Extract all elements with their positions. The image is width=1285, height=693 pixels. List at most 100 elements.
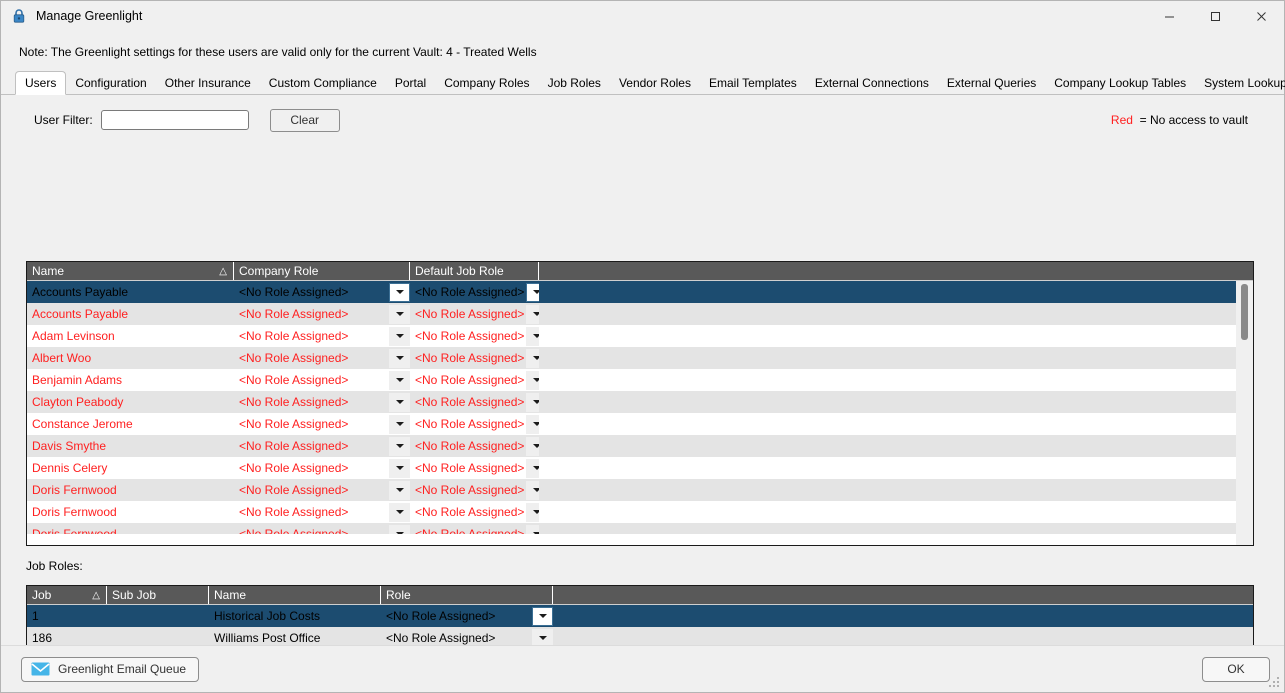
- users-table-row[interactable]: Constance Jerome <No Role Assigned> <No Ro…: [27, 413, 1253, 435]
- job-roles-grid[interactable]: Job △ Sub Job Name Role 1 Historical Job Cost…: [26, 585, 1254, 645]
- close-button[interactable]: [1238, 1, 1284, 32]
- tab-email-templates[interactable]: Email Templates: [700, 72, 806, 95]
- default-job-role-cell[interactable]: <No Role Assigned>: [410, 479, 539, 501]
- company-role-dropdown-button[interactable]: [389, 436, 410, 456]
- job-roles-grid-body[interactable]: 1 Historical Job Costs <No Role Assigned> 1…: [27, 605, 1253, 645]
- users-table-row[interactable]: Albert Woo <No Role Assigned> <No Role Ass…: [27, 347, 1253, 369]
- company-role-dropdown-button[interactable]: [389, 326, 410, 346]
- company-role-cell[interactable]: <No Role Assigned>: [234, 347, 410, 369]
- users-table-row[interactable]: Doris Fernwood <No Role Assigned> <No Role…: [27, 523, 1253, 534]
- default-job-role-cell[interactable]: <No Role Assigned>: [410, 303, 539, 325]
- clear-filter-button[interactable]: Clear: [269, 108, 340, 132]
- default-job-role-dropdown-button[interactable]: [526, 282, 539, 302]
- tab-configuration[interactable]: Configuration: [66, 72, 155, 95]
- users-table-row[interactable]: Accounts Payable <No Role Assigned> <No Ro…: [27, 303, 1253, 325]
- default-job-role-dropdown-button[interactable]: [526, 392, 539, 412]
- jobs-col-header-blank[interactable]: [553, 586, 1237, 604]
- users-grid-body[interactable]: Accounts Payable <No Role Assigned> <No Ro…: [27, 281, 1253, 534]
- jobs-col-header-sub-job[interactable]: Sub Job: [107, 586, 209, 604]
- default-job-role-cell[interactable]: <No Role Assigned>: [410, 413, 539, 435]
- users-table-row[interactable]: Davis Smythe <No Role Assigned> <No Role A…: [27, 435, 1253, 457]
- company-role-dropdown-button[interactable]: [389, 458, 410, 478]
- tab-users[interactable]: Users: [15, 71, 67, 95]
- users-grid[interactable]: Name △ Company Role Default Job Role Accoun…: [26, 261, 1254, 546]
- company-role-cell[interactable]: <No Role Assigned>: [234, 303, 410, 325]
- jobs-col-header-role[interactable]: Role: [381, 586, 553, 604]
- users-table-row[interactable]: Accounts Payable <No Role Assigned> <No Ro…: [27, 281, 1253, 303]
- default-job-role-cell[interactable]: <No Role Assigned>: [410, 435, 539, 457]
- users-col-header-company-role[interactable]: Company Role: [234, 262, 410, 280]
- job-roles-table-row[interactable]: 1 Historical Job Costs <No Role Assigned>: [27, 605, 1253, 627]
- tab-custom-compliance[interactable]: Custom Compliance: [260, 72, 386, 95]
- company-role-cell[interactable]: <No Role Assigned>: [234, 281, 410, 303]
- user-filter-input[interactable]: [100, 110, 249, 130]
- company-role-cell[interactable]: <No Role Assigned>: [234, 391, 410, 413]
- tab-company-roles[interactable]: Company Roles: [435, 72, 538, 95]
- company-role-dropdown-button[interactable]: [389, 524, 410, 534]
- resize-grip[interactable]: [1269, 677, 1281, 689]
- minimize-button[interactable]: [1146, 1, 1192, 32]
- company-role-cell[interactable]: <No Role Assigned>: [234, 325, 410, 347]
- default-job-role-cell[interactable]: <No Role Assigned>: [410, 523, 539, 534]
- company-role-dropdown-button[interactable]: [389, 282, 410, 302]
- default-job-role-dropdown-button[interactable]: [526, 304, 539, 324]
- company-role-dropdown-button[interactable]: [389, 414, 410, 434]
- tab-job-roles[interactable]: Job Roles: [539, 72, 610, 95]
- job-role-cell[interactable]: <No Role Assigned>: [381, 605, 553, 627]
- job-role-dropdown-button[interactable]: [532, 628, 553, 645]
- job-roles-table-row[interactable]: 186 Williams Post Office <No Role Assigned…: [27, 627, 1253, 645]
- company-role-dropdown-button[interactable]: [389, 370, 410, 390]
- users-table-row[interactable]: Doris Fernwood <No Role Assigned> <No Role…: [27, 479, 1253, 501]
- tab-company-lookup-tables[interactable]: Company Lookup Tables: [1045, 72, 1195, 95]
- default-job-role-cell[interactable]: <No Role Assigned>: [410, 369, 539, 391]
- default-job-role-cell[interactable]: <No Role Assigned>: [410, 457, 539, 479]
- maximize-button[interactable]: [1192, 1, 1238, 32]
- default-job-role-dropdown-button[interactable]: [526, 480, 539, 500]
- company-role-cell[interactable]: <No Role Assigned>: [234, 457, 410, 479]
- company-role-cell[interactable]: <No Role Assigned>: [234, 435, 410, 457]
- default-job-role-dropdown-button[interactable]: [526, 370, 539, 390]
- company-role-dropdown-button[interactable]: [389, 480, 410, 500]
- default-job-role-cell[interactable]: <No Role Assigned>: [410, 347, 539, 369]
- users-col-header-blank[interactable]: [539, 262, 1237, 280]
- default-job-role-dropdown-button[interactable]: [526, 524, 539, 534]
- default-job-role-dropdown-button[interactable]: [526, 458, 539, 478]
- users-table-row[interactable]: Adam Levinson <No Role Assigned> <No Role …: [27, 325, 1253, 347]
- company-role-dropdown-button[interactable]: [389, 392, 410, 412]
- company-role-cell[interactable]: <No Role Assigned>: [234, 501, 410, 523]
- default-job-role-cell[interactable]: <No Role Assigned>: [410, 325, 539, 347]
- company-role-dropdown-button[interactable]: [389, 304, 410, 324]
- job-role-cell[interactable]: <No Role Assigned>: [381, 627, 553, 645]
- users-col-header-default-job-role[interactable]: Default Job Role: [410, 262, 539, 280]
- users-grid-scroll-thumb[interactable]: [1241, 284, 1248, 340]
- company-role-cell[interactable]: <No Role Assigned>: [234, 523, 410, 534]
- company-role-dropdown-button[interactable]: [389, 502, 410, 522]
- jobs-col-header-name[interactable]: Name: [209, 586, 381, 604]
- company-role-cell[interactable]: <No Role Assigned>: [234, 369, 410, 391]
- users-table-row[interactable]: Benjamin Adams <No Role Assigned> <No Role…: [27, 369, 1253, 391]
- users-table-row[interactable]: Dennis Celery <No Role Assigned> <No Role …: [27, 457, 1253, 479]
- users-col-header-name[interactable]: Name △: [27, 262, 234, 280]
- default-job-role-dropdown-button[interactable]: [526, 436, 539, 456]
- default-job-role-cell[interactable]: <No Role Assigned>: [410, 501, 539, 523]
- default-job-role-cell[interactable]: <No Role Assigned>: [410, 281, 539, 303]
- tab-vendor-roles[interactable]: Vendor Roles: [610, 72, 700, 95]
- tab-portal[interactable]: Portal: [386, 72, 435, 95]
- ok-button[interactable]: OK: [1202, 656, 1270, 682]
- default-job-role-dropdown-button[interactable]: [526, 326, 539, 346]
- company-role-cell[interactable]: <No Role Assigned>: [234, 479, 410, 501]
- company-role-cell[interactable]: <No Role Assigned>: [234, 413, 410, 435]
- default-job-role-dropdown-button[interactable]: [526, 414, 539, 434]
- job-role-dropdown-button[interactable]: [532, 606, 553, 626]
- tab-external-connections[interactable]: External Connections: [806, 72, 938, 95]
- jobs-col-header-job[interactable]: Job △: [27, 586, 107, 604]
- tab-other-insurance[interactable]: Other Insurance: [156, 72, 260, 95]
- users-grid-scrollbar[interactable]: [1236, 281, 1253, 545]
- default-job-role-cell[interactable]: <No Role Assigned>: [410, 391, 539, 413]
- default-job-role-dropdown-button[interactable]: [526, 502, 539, 522]
- tab-external-queries[interactable]: External Queries: [938, 72, 1045, 95]
- default-job-role-dropdown-button[interactable]: [526, 348, 539, 368]
- users-table-row[interactable]: Doris Fernwood <No Role Assigned> <No Role…: [27, 501, 1253, 523]
- users-table-row[interactable]: Clayton Peabody <No Role Assigned> <No Rol…: [27, 391, 1253, 413]
- tab-system-lookup-tables[interactable]: System Lookup Tables: [1195, 72, 1285, 95]
